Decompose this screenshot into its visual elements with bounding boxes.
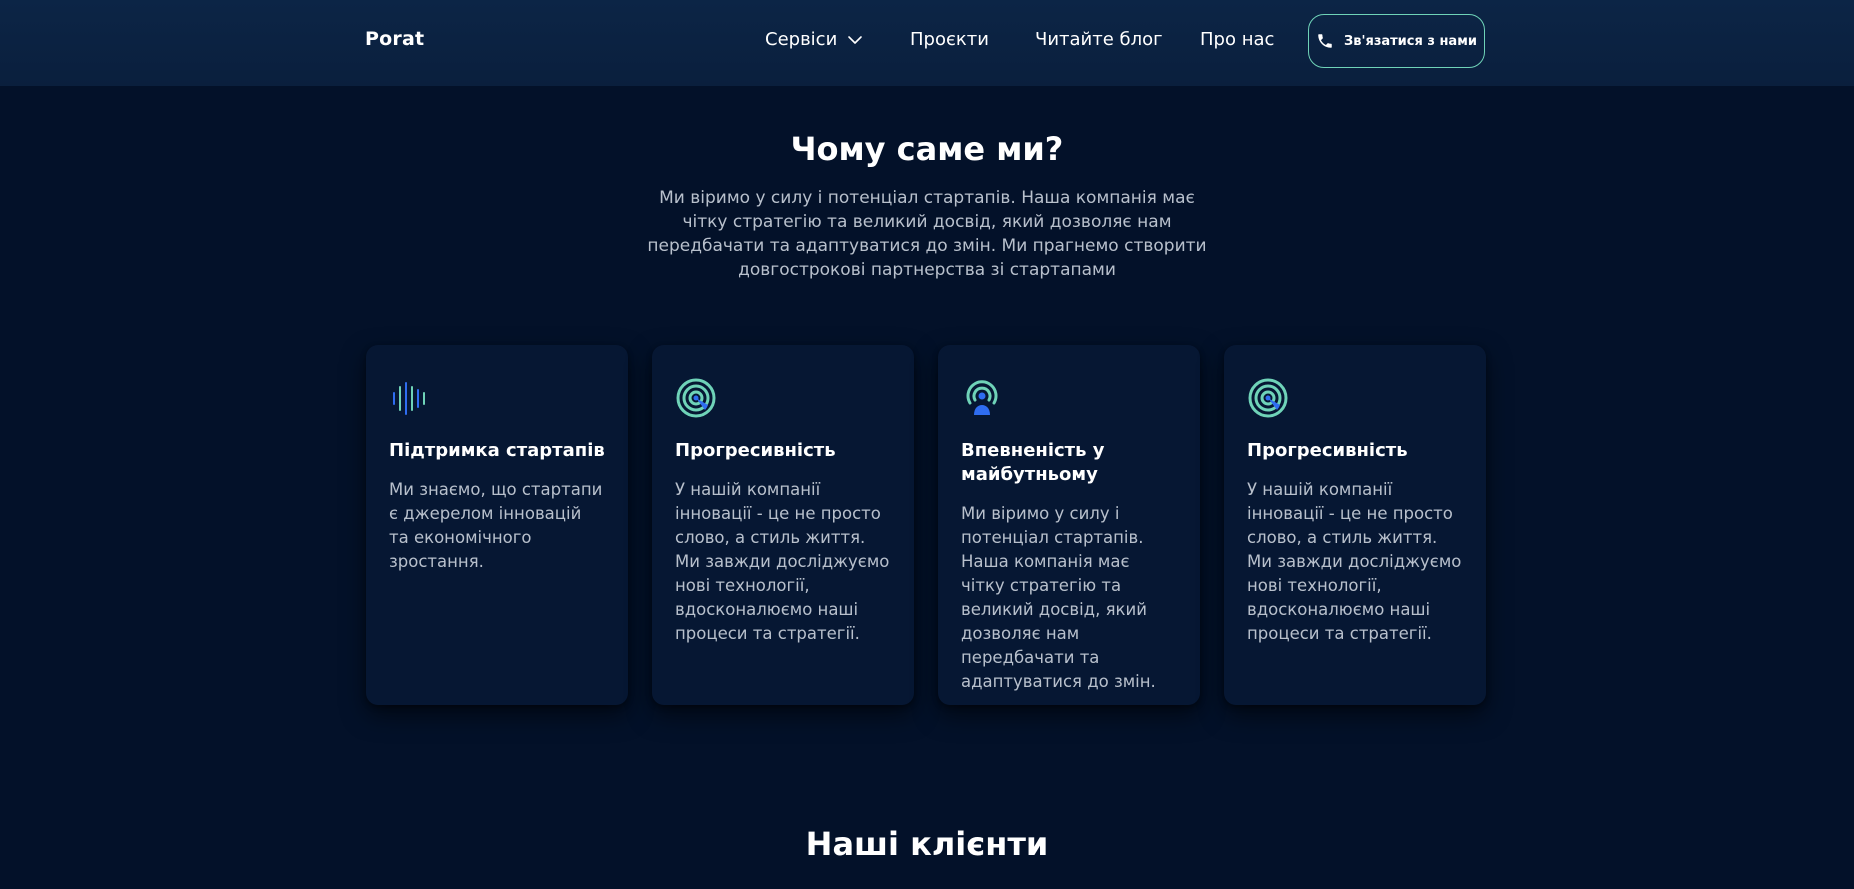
- nav-projects[interactable]: Проєкти: [910, 29, 989, 50]
- feature-card: Прогресивність У нашій компанії інноваці…: [652, 345, 914, 705]
- card-text: У нашій компанії інновації - це не прост…: [1247, 480, 1462, 643]
- why-us-description: Ми віримо у силу і потенціал стартапів. …: [647, 188, 1207, 280]
- logo[interactable]: Porat: [365, 28, 424, 50]
- nav-services-label: Сервіси: [765, 29, 838, 50]
- feature-card: Підтримка стартапів Ми знаємо, що старта…: [366, 345, 628, 705]
- target-icon: [676, 378, 716, 418]
- site-header: Porat Сервіси Проєкти Читайте блог Про н…: [0, 0, 1854, 86]
- card-title: Прогресивність: [1247, 440, 1408, 461]
- card-text: Ми знаємо, що стартапи є джерелом іннова…: [389, 480, 603, 571]
- why-us-title: Чому саме ми?: [790, 130, 1064, 168]
- page: Porat Сервіси Проєкти Читайте блог Про н…: [0, 0, 1854, 889]
- card-title: Підтримка стартапів: [389, 440, 605, 461]
- phone-icon: [1318, 34, 1332, 48]
- clients-title: Наші клієнти: [805, 825, 1049, 863]
- nav-services[interactable]: Сервіси: [765, 29, 863, 50]
- card-title: Прогресивність: [675, 440, 836, 461]
- card-text: Ми віримо у силу і потенціал стартапів. …: [961, 504, 1156, 691]
- chevron-down-icon: [848, 35, 863, 44]
- contact-us-button[interactable]: Зв'язатися з нами: [1308, 14, 1485, 68]
- feature-card: Впевненість у майбутньому Ми віримо у си…: [938, 345, 1200, 705]
- broadcast-user-icon: [966, 380, 998, 415]
- nav-about[interactable]: Про нас: [1200, 29, 1274, 50]
- feature-card: Прогресивність У нашій компанії інноваці…: [1224, 345, 1486, 705]
- nav-blog[interactable]: Читайте блог: [1035, 29, 1163, 50]
- sound-wave-icon: [393, 382, 425, 415]
- contact-us-label: Зв'язатися з нами: [1344, 33, 1477, 49]
- card-text: У нашій компанії інновації - це не прост…: [675, 480, 890, 643]
- target-icon: [1248, 378, 1288, 418]
- card-title: Впевненість у майбутньому: [961, 440, 1105, 485]
